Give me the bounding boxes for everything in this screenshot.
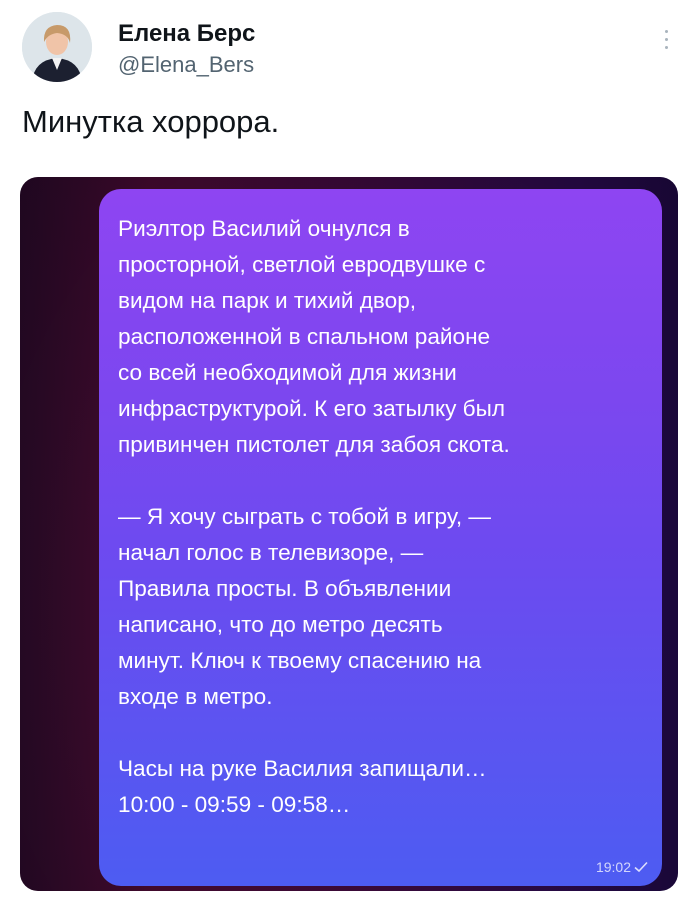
more-vertical-icon[interactable] — [662, 30, 670, 56]
message-paragraph-1: Риэлтор Василий очнулся в просторной, св… — [118, 216, 510, 457]
message-paragraph-2: — Я хочу сыграть с тобой в игру, — начал… — [118, 504, 492, 709]
tweet-media-image[interactable]: Риэлтор Василий очнулся в просторной, св… — [20, 177, 678, 891]
tweet-text: Минутка хоррора. — [22, 104, 280, 139]
tweet-header: Елена Берс @Elena_Bers — [22, 12, 678, 84]
message-paragraph-3: Часы на руке Василия запищали… 10:00 - 0… — [118, 756, 487, 817]
message-bubble: Риэлтор Василий очнулся в просторной, св… — [99, 189, 662, 886]
message-time: 19:02 — [595, 859, 631, 875]
avatar-image — [22, 12, 92, 82]
avatar[interactable] — [22, 12, 92, 82]
author-name[interactable]: Елена Берс — [118, 20, 255, 48]
message-meta: 19:02 — [596, 859, 648, 875]
check-icon — [634, 861, 648, 873]
author-handle[interactable]: @Elena_Bers — [118, 52, 254, 78]
